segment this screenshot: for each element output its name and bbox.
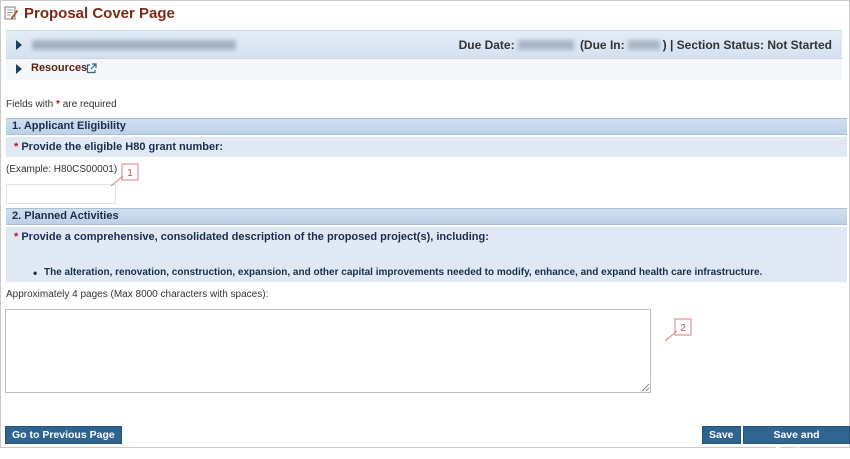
length-guidance: Approximately 4 pages (Max 8000 characte…: [6, 289, 269, 300]
due-date-status: Due Date: (Due In: ) | Section Status: N…: [459, 38, 832, 52]
required-star-icon: *: [56, 99, 60, 110]
question-project-description: * Provide a comprehensive, consolidated …: [14, 231, 489, 243]
h80-grant-number-input[interactable]: [6, 184, 116, 204]
example-text: (Example: H80CS00001): [6, 164, 118, 175]
section-status: | Section Status: Not Started: [669, 38, 832, 52]
question-h80-grant: * Provide the eligible H80 grant number:: [14, 141, 223, 153]
question-band-eligibility: * Provide the eligible H80 grant number:: [6, 137, 847, 157]
expand-arrow-icon[interactable]: [16, 40, 22, 50]
svg-text:1: 1: [127, 168, 133, 179]
page-header: Proposal Cover Page: [4, 4, 175, 22]
save-button[interactable]: Save: [702, 426, 741, 444]
required-star-icon: *: [14, 231, 19, 243]
section-heading-applicant-eligibility: 1. Applicant Eligibility: [6, 118, 847, 135]
project-description-textarea[interactable]: [5, 309, 651, 393]
due-in-redacted: [627, 40, 660, 50]
svg-text:2: 2: [680, 323, 686, 334]
edit-document-icon: [4, 6, 18, 20]
expand-arrow-icon[interactable]: [16, 64, 22, 74]
save-and-continue-button[interactable]: Save and Continue: [743, 426, 850, 457]
resources-bar[interactable]: Resources: [6, 59, 842, 80]
callout-pointer-icon: [664, 330, 678, 342]
resize-handle-icon[interactable]: [640, 382, 650, 392]
required-note-text: are required: [62, 99, 117, 110]
section-heading-planned-activities: 2. Planned Activities: [6, 208, 847, 225]
due-in-label: (Due In:: [579, 38, 625, 52]
due-in-close: ): [662, 38, 667, 52]
application-info-bar[interactable]: Due Date: (Due In: ) | Section Status: N…: [6, 30, 842, 59]
external-link-icon[interactable]: [86, 63, 97, 74]
previous-page-button[interactable]: Go to Previous Page: [5, 426, 122, 444]
required-note-prefix: Fields with: [6, 99, 54, 110]
callout-pointer-icon: [110, 175, 124, 187]
page-title: Proposal Cover Page: [24, 4, 175, 22]
required-star-icon: *: [14, 141, 19, 153]
question-band-planned-activities: * Provide a comprehensive, consolidated …: [6, 227, 847, 282]
due-date-redacted: [517, 40, 574, 50]
organization-name-redacted: [32, 40, 236, 50]
due-date-label: Due Date:: [458, 38, 515, 52]
required-fields-note: Fields with * are required: [6, 99, 117, 110]
bullet-item: The alteration, renovation, construction…: [33, 266, 762, 280]
resources-link[interactable]: Resources: [31, 62, 87, 74]
question-text: Provide the eligible H80 grant number:: [21, 141, 224, 153]
question-text: Provide a comprehensive, consolidated de…: [21, 231, 489, 243]
